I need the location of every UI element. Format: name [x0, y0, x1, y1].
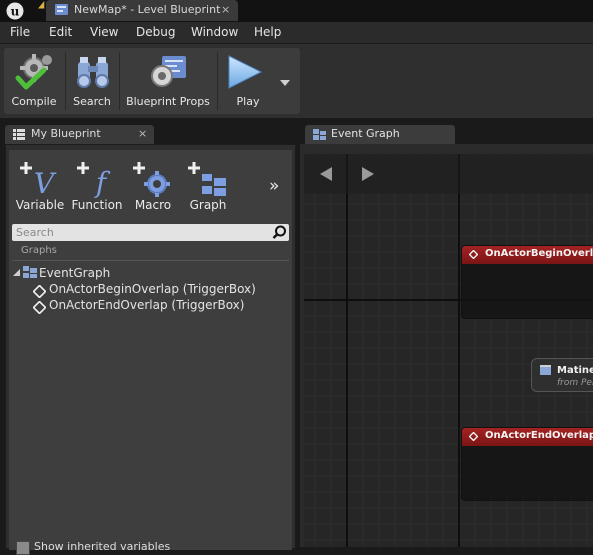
play-options-dropdown-icon[interactable] [280, 80, 290, 86]
node-header: OnActorBeginOverlap [462, 246, 593, 264]
show-inherited-checkbox[interactable] [16, 541, 30, 555]
event-diamond-icon [33, 285, 46, 298]
play-icon [228, 55, 263, 89]
search-button[interactable]: Search [66, 48, 118, 114]
add-macro-icon [133, 162, 170, 197]
document-tab-title: NewMap* - Level Blueprint [74, 3, 221, 16]
title-bar: u NewMap* - Level Blueprint × [0, 0, 593, 22]
my-blueprint-tab[interactable]: My Blueprint × [5, 125, 154, 144]
event-graph-tab-title: Event Graph [331, 127, 400, 140]
document-tab-close-button[interactable]: × [221, 3, 230, 16]
menu-file[interactable]: File [10, 25, 30, 39]
compile-label: Compile [11, 95, 57, 108]
my-blueprint-tab-title: My Blueprint [31, 127, 101, 140]
node-header: OnActorEndOverlap (T [462, 428, 593, 446]
play-label: Play [236, 95, 260, 108]
menu-view[interactable]: View [90, 25, 118, 39]
my-blueprint-tab-close-button[interactable]: × [138, 127, 147, 140]
event-diamond-icon [469, 250, 478, 259]
toolbar-group: Compile Search Blueprint Props Play [4, 48, 300, 114]
tree-item-eventgraph[interactable]: EventGraph [39, 266, 110, 280]
node-title: OnActorEndOverlap (T [485, 430, 593, 441]
svg-text:f: f [94, 166, 111, 198]
search-field[interactable] [12, 224, 289, 241]
graph-navigation-bar [304, 154, 593, 194]
back-arrow-icon[interactable] [316, 164, 336, 184]
more-options-chevron-icon[interactable]: » [269, 176, 279, 196]
search-label: Search [73, 95, 111, 108]
add-function-label: Function [71, 198, 123, 212]
add-graph-button[interactable]: Graph [180, 156, 236, 218]
tree-expand-arrow-icon[interactable] [13, 269, 20, 276]
graphs-section-label: Graphs [21, 245, 57, 256]
graph-canvas[interactable]: OnActorBeginOverlap Matinee from Per OnA… [304, 154, 593, 547]
event-graph-icon [313, 129, 326, 140]
add-function-icon: f [77, 162, 111, 198]
svg-text:u: u [11, 5, 20, 19]
forward-arrow-icon[interactable] [358, 164, 378, 184]
tree-item-on-actor-end-overlap[interactable]: OnActorEndOverlap (TriggerBox) [49, 298, 244, 312]
menu-debug[interactable]: Debug [136, 25, 175, 39]
add-macro-button[interactable]: Macro [125, 156, 181, 218]
search-icon[interactable] [272, 225, 287, 240]
matinee-icon [540, 365, 551, 375]
unreal-logo-icon[interactable]: u [6, 2, 24, 20]
binoculars-icon [77, 57, 109, 88]
compile-icon [15, 54, 52, 90]
add-graph-icon [188, 162, 226, 196]
node-title: OnActorBeginOverlap [485, 248, 593, 259]
level-blueprint-icon [55, 4, 68, 15]
search-input[interactable] [12, 224, 266, 241]
event-diamond-icon [33, 301, 46, 314]
menu-edit[interactable]: Edit [49, 25, 72, 39]
compile-button[interactable]: Compile [4, 48, 64, 114]
tree-item-on-actor-begin-overlap[interactable]: OnActorBeginOverlap (TriggerBox) [49, 282, 256, 296]
blueprint-props-button[interactable]: Blueprint Props [120, 48, 216, 114]
modified-marker-icon [38, 1, 45, 9]
menu-help[interactable]: Help [254, 25, 281, 39]
add-function-button[interactable]: f Function [69, 156, 125, 218]
list-icon [13, 129, 25, 140]
svg-text:V: V [34, 167, 57, 198]
matinee-node-title: Matinee [557, 365, 593, 376]
matinee-node[interactable]: Matinee from Per [531, 358, 593, 392]
event-diamond-icon [469, 432, 478, 441]
event-graph-icon [23, 266, 37, 278]
blueprint-props-icon [151, 56, 186, 87]
my-blueprint-panel: V Variable f Function Macro Graph » Sear… [5, 144, 296, 555]
toolbar: Compile Search Blueprint Props Play [0, 44, 593, 118]
my-blueprint-content: V Variable f Function Macro Graph » Sear… [9, 150, 292, 555]
document-tab[interactable]: NewMap* - Level Blueprint × [46, 0, 238, 21]
divider [12, 260, 289, 261]
menu-window[interactable]: Window [191, 25, 238, 39]
on-actor-begin-overlap-node[interactable]: OnActorBeginOverlap [461, 245, 593, 319]
add-graph-label: Graph [189, 198, 227, 212]
menu-bar: File Edit View Debug Window Help [0, 22, 593, 44]
add-variable-label: Variable [15, 198, 65, 212]
add-macro-label: Macro [134, 198, 172, 212]
add-variable-button[interactable]: V Variable [12, 156, 68, 218]
add-variable-icon: V [20, 162, 57, 198]
event-graph-tab[interactable]: Event Graph [305, 125, 455, 144]
play-button[interactable]: Play [218, 48, 278, 114]
on-actor-end-overlap-node[interactable]: OnActorEndOverlap (T [461, 427, 593, 501]
blueprint-props-label: Blueprint Props [126, 95, 210, 108]
matinee-node-subtitle: from Per [557, 378, 593, 388]
